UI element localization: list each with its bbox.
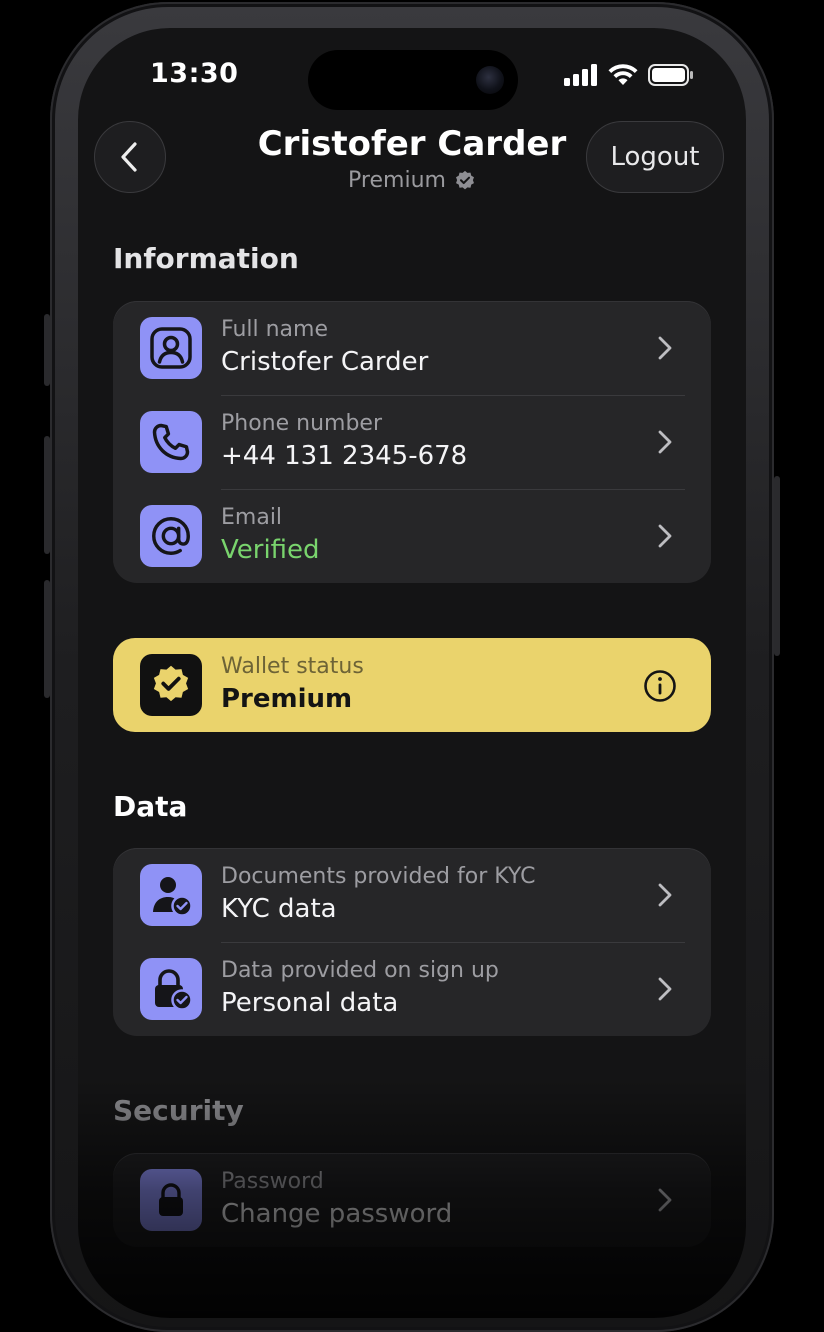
action-button [44,314,50,386]
verified-badge-icon [140,654,202,716]
row-label: Full name [221,317,329,342]
lock-icon [140,1169,202,1231]
row-label: Data provided on sign up [221,958,499,983]
battery-icon [648,64,693,86]
list-item-phone-number[interactable]: Phone number +44 131 2345-678 [113,395,711,489]
at-sign-icon [140,505,202,567]
row-label: Phone number [221,411,383,436]
row-label: Email [221,505,283,530]
list-item-email[interactable]: Email Verified [113,489,711,583]
row-value: Change password [221,1199,453,1229]
wallet-status-label: Wallet status [221,654,364,679]
user-check-icon [140,864,202,926]
section-title-data: Data [113,790,188,823]
security-card: Password Change password [113,1153,711,1247]
list-item-kyc-data[interactable]: Documents provided for KYC KYC data [113,848,711,942]
logout-button[interactable]: Logout [586,121,724,193]
list-item-full-name[interactable]: Full name Cristofer Carder [113,301,711,395]
info-icon[interactable] [643,669,677,703]
row-value: Personal data [221,988,399,1018]
chevron-right-icon [658,430,672,454]
wallet-status-value: Premium [221,684,353,714]
chevron-right-icon [658,336,672,360]
section-title-security: Security [113,1094,244,1127]
app-screen: 13:30 Cristofer Carder Premium Logout In… [78,28,746,1318]
row-label: Documents provided for KYC [221,864,536,889]
power-button [774,476,780,656]
camera-icon [476,66,504,94]
profile-tier-label: Premium [348,168,446,193]
wifi-icon [608,64,638,85]
row-value: KYC data [221,894,337,924]
row-label: Password [221,1169,324,1194]
dynamic-island [308,50,518,110]
status-icons [564,64,694,86]
chevron-right-icon [658,1188,672,1212]
user-icon [140,317,202,379]
chevron-right-icon [658,977,672,1001]
signal-icon [564,64,597,86]
section-title-information: Information [113,242,299,275]
verified-badge-icon [455,170,474,189]
status-time: 13:30 [150,58,239,89]
phone-icon [140,411,202,473]
chevron-right-icon [658,883,672,907]
lock-check-icon [140,958,202,1020]
chevron-right-icon [658,524,672,548]
data-card: Documents provided for KYC KYC data Data… [113,848,711,1036]
row-value: +44 131 2345-678 [221,441,468,471]
row-value: Cristofer Carder [221,347,429,377]
volume-down-button [44,580,50,698]
volume-up-button [44,436,50,554]
list-item-personal-data[interactable]: Data provided on sign up Personal data [113,942,711,1036]
email-status: Verified [221,535,320,565]
information-card: Full name Cristofer Carder Phone number … [113,301,711,583]
list-item-password[interactable]: Password Change password [113,1153,711,1247]
wallet-status-card[interactable]: Wallet status Premium [113,638,711,732]
